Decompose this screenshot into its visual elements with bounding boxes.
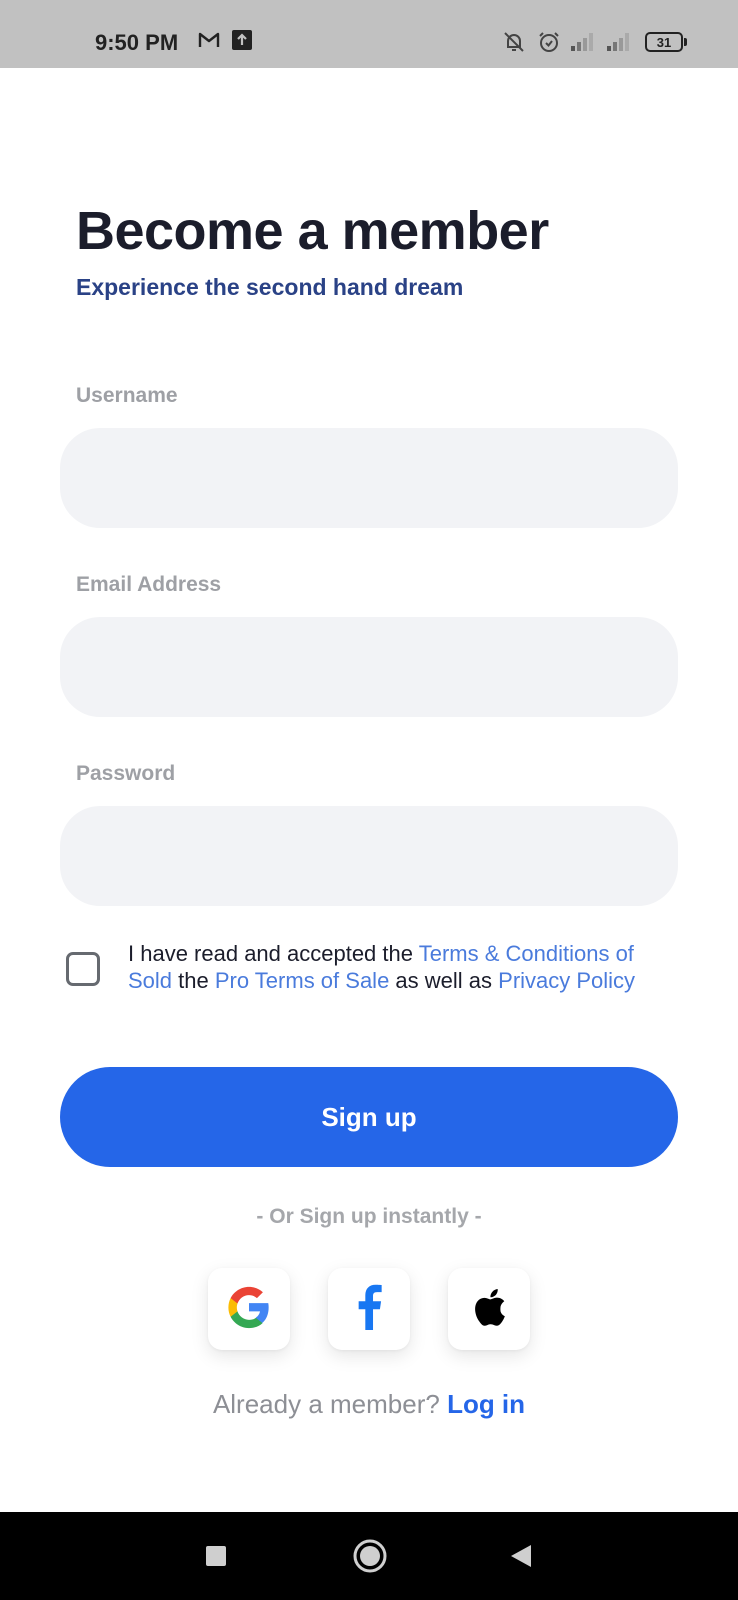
alarm-icon (537, 30, 561, 54)
privacy-policy-link[interactable]: Privacy Policy (498, 968, 635, 993)
signal-icon (570, 30, 596, 52)
password-input[interactable] (60, 806, 678, 906)
battery-level: 31 (645, 32, 683, 52)
apple-icon (470, 1286, 508, 1333)
upload-icon (232, 30, 252, 50)
username-label: Username (76, 384, 178, 407)
gmail-icon (198, 30, 220, 50)
login-prompt-text: Already a member? (212, 1389, 440, 1419)
bell-off-icon (502, 30, 526, 54)
facebook-signup-button[interactable] (328, 1268, 410, 1350)
login-prompt: Already a member? Log in (0, 1389, 738, 1420)
terms-text-part: the (172, 968, 215, 993)
username-input[interactable] (60, 428, 678, 528)
terms-text-part: I have read and accepted the (128, 941, 419, 966)
home-icon[interactable] (350, 1536, 390, 1576)
terms-checkbox[interactable] (66, 952, 100, 986)
pro-terms-link[interactable]: Pro Terms of Sale (215, 968, 389, 993)
email-input[interactable] (60, 617, 678, 717)
signup-button[interactable]: Sign up (60, 1067, 678, 1167)
page-title: Become a member (76, 201, 549, 261)
status-time: 9:50 PM (95, 30, 179, 55)
back-icon[interactable] (506, 1536, 536, 1576)
terms-text-part: as well as (389, 968, 499, 993)
status-bar: 9:50 PM 31 (0, 0, 738, 68)
social-divider-text: - Or Sign up instantly - (256, 1205, 482, 1228)
login-link[interactable]: Log in (447, 1389, 525, 1419)
google-signup-button[interactable] (208, 1268, 290, 1350)
google-icon (226, 1284, 272, 1335)
system-nav-bar (0, 1512, 738, 1600)
signal-icon (606, 30, 632, 52)
facebook-icon (355, 1284, 383, 1335)
battery-icon: 31 (645, 32, 687, 52)
password-label: Password (76, 762, 176, 785)
terms-text: I have read and accepted the Terms & Con… (128, 940, 668, 994)
email-label: Email Address (76, 573, 222, 596)
page-subtitle: Experience the second hand dream (76, 274, 464, 300)
recent-apps-icon[interactable] (202, 1536, 230, 1576)
apple-signup-button[interactable] (448, 1268, 530, 1350)
